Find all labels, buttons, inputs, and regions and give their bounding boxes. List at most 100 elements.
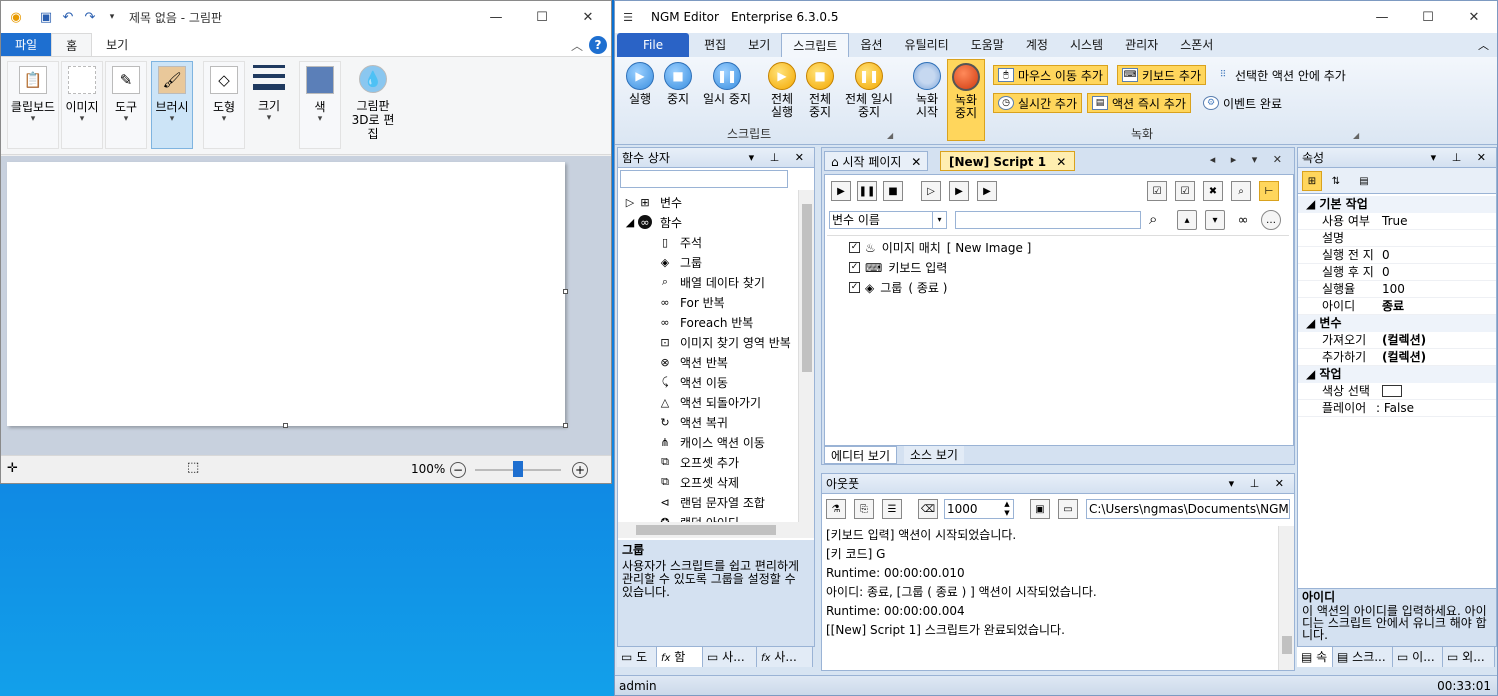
color-group[interactable]: 색 ▾ bbox=[299, 61, 341, 149]
tree-item-offset-add[interactable]: ⧉ 오프셋 추가 bbox=[658, 452, 739, 472]
tab-view[interactable]: 보기 bbox=[737, 33, 781, 57]
clipboard-group[interactable]: 📋 클립보드 ▾ bbox=[7, 61, 59, 149]
variable-search-input[interactable] bbox=[955, 211, 1141, 229]
close-button[interactable]: ✕ bbox=[1451, 1, 1497, 33]
panel-controls[interactable]: ▾ ⊥ ✕ bbox=[749, 148, 810, 168]
undo-icon[interactable]: ↶ bbox=[57, 6, 79, 28]
zoom-out-button[interactable]: − bbox=[450, 462, 466, 478]
app-menu-icon[interactable]: ☰ bbox=[617, 6, 639, 28]
chevron-up-icon[interactable]: ▴ bbox=[1177, 210, 1197, 230]
redo-icon[interactable]: ↷ bbox=[79, 6, 101, 28]
add-realtime-button[interactable]: ◷ 실시간 추가 bbox=[993, 93, 1083, 113]
resize-handle-bottom[interactable] bbox=[283, 423, 288, 428]
tree-item-action-move[interactable]: ⤹ 액션 이동 bbox=[658, 372, 728, 392]
prop-id[interactable]: 아이디 종료 bbox=[1298, 298, 1496, 315]
tree-view-icon[interactable]: ⊢ bbox=[1259, 181, 1279, 201]
loop-icon[interactable]: ∞ bbox=[1233, 210, 1253, 230]
scrollbar-thumb[interactable] bbox=[802, 204, 812, 372]
pause-all-button[interactable]: ❚❚ 전체 일시 중지 bbox=[841, 62, 897, 119]
brush-group[interactable]: 🖌 브러시 ▾ bbox=[151, 61, 193, 149]
tab-sponsor[interactable]: 스폰서 bbox=[1169, 33, 1224, 57]
line-count-stepper[interactable]: 1000 ▲ ▼ bbox=[944, 499, 1014, 519]
collapse-ribbon-icon[interactable]: ︿ bbox=[571, 37, 583, 54]
tree-item-case-move[interactable]: ⋔ 캐이스 액션 이동 bbox=[658, 432, 765, 452]
tab-user-1[interactable]: ▭ 사... bbox=[703, 647, 757, 667]
panel-controls[interactable]: ▾ ⊥ ✕ bbox=[1431, 148, 1492, 168]
drawing-canvas[interactable] bbox=[7, 162, 565, 426]
variable-name-select[interactable]: 변수 이름 ▾ bbox=[829, 211, 947, 229]
tree-item-foreach-loop[interactable]: ∞ Foreach 반복 bbox=[658, 312, 753, 332]
color-swatch[interactable] bbox=[1382, 385, 1402, 397]
function-search-input[interactable] bbox=[620, 170, 788, 188]
record-stop-button[interactable]: 녹화 중지 bbox=[947, 59, 985, 141]
image-group[interactable]: 이미지 ▾ bbox=[61, 61, 103, 149]
tab-script[interactable]: 스크립트 bbox=[781, 33, 850, 57]
clear-output-icon[interactable]: ⚗ bbox=[826, 499, 846, 519]
check-icon[interactable]: ☑ bbox=[1175, 181, 1195, 201]
size-group[interactable]: 크기 ▾ bbox=[247, 61, 291, 149]
tab-edit[interactable]: 편집 bbox=[693, 33, 737, 57]
tree-node-variables[interactable]: ▷ ⊞ 변수 bbox=[626, 192, 682, 212]
function-tree-hscrollbar[interactable] bbox=[618, 522, 814, 538]
add-keyboard-button[interactable]: ⌨ 키보드 추가 bbox=[1117, 65, 1207, 85]
prop-description[interactable]: 설명 bbox=[1298, 230, 1496, 247]
tab-help[interactable]: 도움말 bbox=[960, 33, 1015, 57]
resize-handle-corner[interactable] bbox=[563, 423, 568, 428]
category-task[interactable]: ◢ 작업 bbox=[1298, 366, 1496, 383]
search-icon[interactable]: ⌕ bbox=[1149, 210, 1157, 228]
tab-start-page[interactable]: ⌂ 시작 페이지 ✕ bbox=[824, 151, 929, 171]
collapse-ribbon-icon[interactable]: ︿ bbox=[1478, 37, 1489, 53]
delete-icon[interactable]: ✖ bbox=[1203, 181, 1223, 201]
step-play-icon[interactable]: ▷ bbox=[921, 181, 941, 201]
play-icon[interactable]: ▶ bbox=[831, 181, 851, 201]
run-all-button[interactable]: ▶ 전체 실행 bbox=[765, 62, 799, 119]
play-from-icon[interactable]: ▶ bbox=[949, 181, 969, 201]
tab-file[interactable]: 파일 bbox=[1, 33, 52, 56]
tree-item-image-find-loop[interactable]: ⊡ 이미지 찾기 영역 반복 bbox=[658, 332, 790, 352]
script-item-image-match[interactable]: ✓ ♨ 이미지 매치 [ New Image ] bbox=[849, 239, 1031, 256]
script-item-keyboard-input[interactable]: ✓ ⌨ 키보드 입력 bbox=[849, 259, 947, 276]
minimize-button[interactable]: — bbox=[1359, 1, 1405, 33]
tab-properties[interactable]: ▤ 속 bbox=[1297, 647, 1333, 667]
zoom-in-button[interactable]: + bbox=[572, 462, 588, 478]
play-selected-icon[interactable]: ▶ bbox=[977, 181, 997, 201]
pause-icon[interactable]: ❚❚ bbox=[857, 181, 877, 201]
prop-use[interactable]: 사용 여부 True bbox=[1298, 213, 1496, 230]
tab-images[interactable]: ▭ 이... bbox=[1393, 647, 1443, 667]
close-icon[interactable]: ✕ bbox=[1056, 155, 1066, 169]
tab-account[interactable]: 계정 bbox=[1015, 33, 1059, 57]
pause-button[interactable]: ❚❚ 일시 중지 bbox=[699, 62, 755, 106]
prop-color-select[interactable]: 색상 선택 bbox=[1298, 383, 1496, 400]
scrollbar-thumb[interactable] bbox=[1282, 636, 1292, 654]
tab-script-1[interactable]: [New] Script 1 ✕ bbox=[940, 151, 1076, 171]
chevron-down-icon[interactable]: ▾ bbox=[1205, 210, 1225, 230]
tab-system[interactable]: 시스템 bbox=[1059, 33, 1114, 57]
prop-delay-after[interactable]: 실행 후 지 0 bbox=[1298, 264, 1496, 281]
tree-item-offset-delete[interactable]: ⧉ 오프셋 삭제 bbox=[658, 472, 739, 492]
tab-source-view[interactable]: 소스 보기 bbox=[904, 446, 964, 464]
minimize-button[interactable]: — bbox=[473, 1, 519, 33]
folder-icon[interactable]: ▭ bbox=[1058, 499, 1078, 519]
tab-home[interactable]: 홈 bbox=[51, 33, 93, 56]
tree-node-functions[interactable]: ◢ ∞ 함수 bbox=[626, 212, 682, 232]
tab-view[interactable]: 보기 bbox=[92, 33, 142, 56]
dialog-launcher-icon[interactable]: ◢ bbox=[1353, 131, 1359, 140]
stop-button[interactable]: ■ 중지 bbox=[661, 62, 695, 106]
zoom-slider-thumb[interactable] bbox=[513, 461, 523, 477]
export-icon[interactable]: ⎘ bbox=[854, 499, 874, 519]
output-scrollbar[interactable] bbox=[1278, 526, 1294, 670]
prop-get[interactable]: 가져오기 (컬렉션) bbox=[1298, 332, 1496, 349]
scrollbar-thumb[interactable] bbox=[636, 525, 776, 535]
close-button[interactable]: ✕ bbox=[565, 1, 611, 33]
checkbox[interactable]: ✓ bbox=[849, 242, 860, 253]
tree-item-action-return[interactable]: ↻ 액션 복귀 bbox=[658, 412, 728, 432]
category-variables[interactable]: ◢ 변수 bbox=[1298, 315, 1496, 332]
search-icon[interactable]: ⌕ bbox=[1231, 181, 1251, 201]
tree-item-group[interactable]: ◈ 그룹 bbox=[658, 252, 702, 272]
tools-group[interactable]: ✎ 도구 ▾ bbox=[105, 61, 147, 149]
property-pages-icon[interactable]: ▤ bbox=[1354, 171, 1374, 191]
add-mouse-move-button[interactable]: 🖱 마우스 이동 추가 bbox=[993, 65, 1108, 85]
script-item-group[interactable]: ✓ ◈ 그룹 ( 종료 ) bbox=[849, 279, 947, 296]
tab-utility[interactable]: 유틸리티 bbox=[894, 33, 960, 57]
tab-functions[interactable]: fx 함 bbox=[657, 647, 703, 667]
